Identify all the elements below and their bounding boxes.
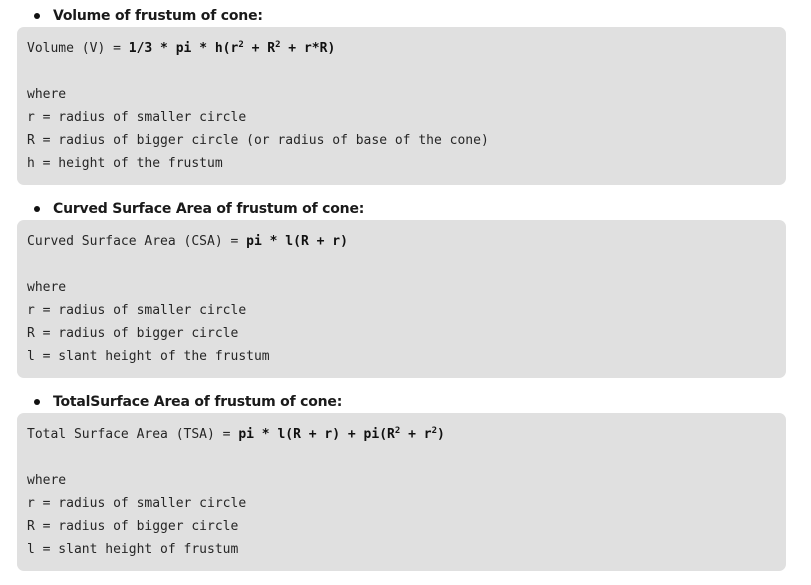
formula-csa: Curved Surface Area (CSA) = pi * l(R + r… (27, 234, 348, 249)
definition-line: R = radius of bigger circle (or radius o… (27, 133, 489, 148)
bullet-csa: Curved Surface Area of frustum of cone: (34, 199, 364, 219)
where-label: where (27, 280, 67, 295)
definition-line: r = radius of smaller circle (27, 110, 247, 125)
definition-line: h = height of the frustum (27, 156, 223, 171)
definition-line: R = radius of bigger circle (27, 519, 239, 534)
definition-line: l = slant height of the frustum (27, 349, 270, 364)
bullet-dot-icon (34, 13, 40, 19)
definition-line: r = radius of smaller circle (27, 496, 247, 511)
bullet-dot-icon (34, 399, 40, 405)
bullet-volume: Volume of frustum of cone: (34, 6, 263, 26)
heading-csa: Curved Surface Area of frustum of cone: (53, 201, 365, 217)
formula-tsa: Total Surface Area (TSA) = pi * l(R + r)… (27, 426, 445, 443)
heading-volume: Volume of frustum of cone: (53, 8, 263, 24)
where-label: where (27, 87, 67, 102)
code-block-tsa: Total Surface Area (TSA) = pi * l(R + r)… (17, 413, 786, 571)
bullet-dot-icon (34, 206, 40, 212)
code-block-volume: Volume (V) = 1/3 * pi * h(r2 + R2 + r*R)… (17, 27, 786, 185)
definition-line: l = slant height of frustum (27, 542, 239, 557)
where-label: where (27, 473, 67, 488)
definition-line: R = radius of bigger circle (27, 326, 239, 341)
bullet-tsa: TotalSurface Area of frustum of cone: (34, 392, 342, 412)
code-block-csa: Curved Surface Area (CSA) = pi * l(R + r… (17, 220, 786, 378)
definition-line: r = radius of smaller circle (27, 303, 247, 318)
formula-volume: Volume (V) = 1/3 * pi * h(r2 + R2 + r*R) (27, 40, 336, 57)
heading-tsa: TotalSurface Area of frustum of cone: (53, 394, 343, 410)
